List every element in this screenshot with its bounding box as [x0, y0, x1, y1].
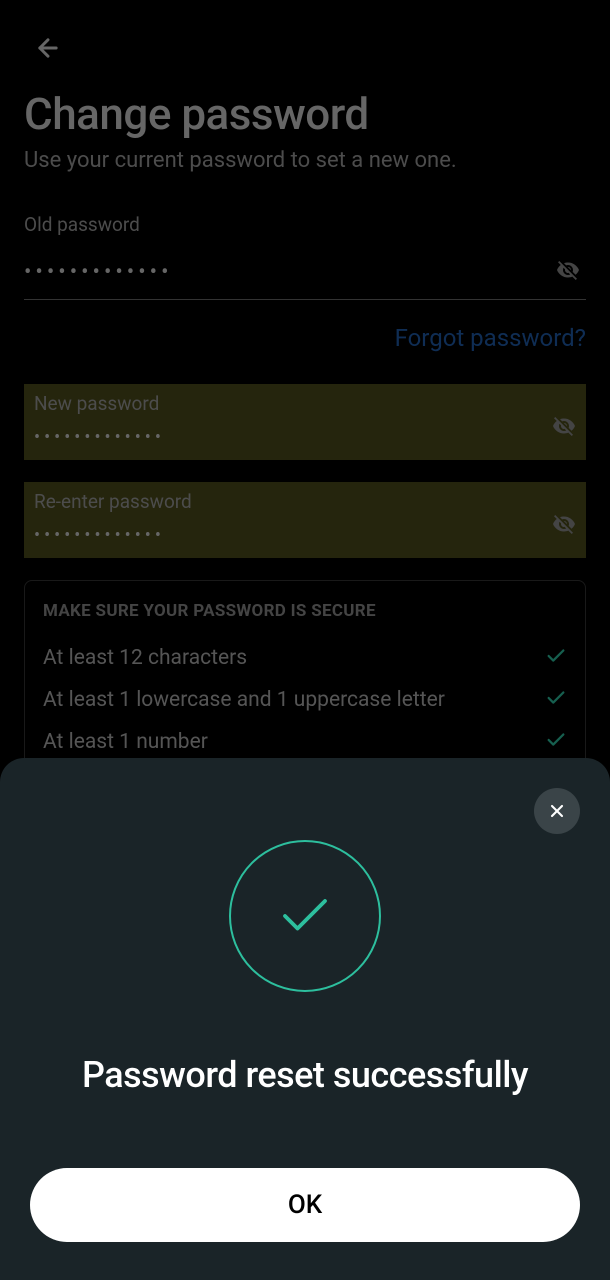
- modal-title: Password reset successfully: [30, 1054, 580, 1096]
- close-button[interactable]: [534, 788, 580, 834]
- close-icon: [547, 801, 567, 821]
- ok-button[interactable]: OK: [30, 1168, 580, 1242]
- success-icon-circle: [229, 840, 381, 992]
- success-modal: Password reset successfully OK: [0, 758, 610, 1280]
- check-icon: [275, 886, 335, 946]
